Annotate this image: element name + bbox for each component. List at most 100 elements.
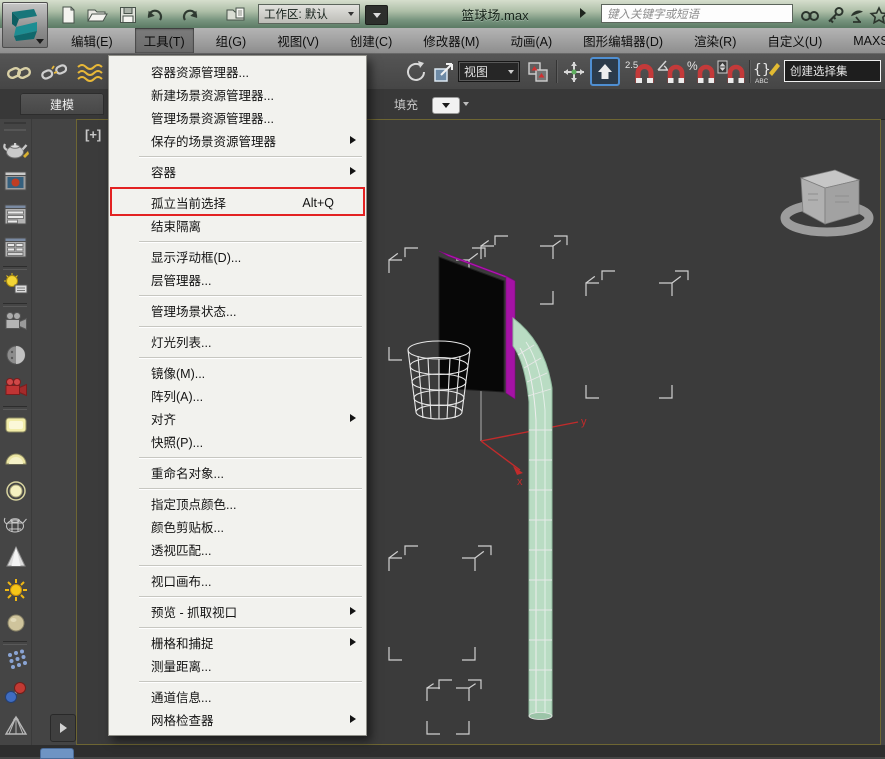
toolbar-separator: [3, 406, 27, 410]
select-and-scale-button[interactable]: [430, 58, 457, 85]
menu-item-containers[interactable]: 容器: [109, 160, 366, 183]
material-editor-teapot-button[interactable]: [3, 136, 29, 162]
menu-item-color-clipboard[interactable]: 颜色剪贴板...: [109, 515, 366, 538]
menu-maxscript[interactable]: MAXScript(X): [844, 28, 885, 53]
menu-edit[interactable]: 编辑(E): [62, 28, 122, 53]
spinner-snap-toggle-button[interactable]: [716, 58, 746, 85]
named-selection-set-field[interactable]: 创建选择集: [784, 60, 881, 82]
menu-item-snapshot[interactable]: 快照(P)...: [109, 430, 366, 453]
search-input[interactable]: [602, 7, 802, 24]
unlink-selection-button[interactable]: [40, 58, 67, 85]
search-box[interactable]: [601, 4, 793, 23]
search-help-icon[interactable]: [799, 4, 821, 25]
menu-graph-editors[interactable]: 图形编辑器(D): [574, 28, 672, 53]
select-and-rotate-button[interactable]: [402, 58, 429, 85]
menu-item-channel-info[interactable]: 通道信息...: [109, 685, 366, 708]
headlight-sphere-button[interactable]: [3, 342, 29, 368]
sphere-button[interactable]: [3, 610, 29, 636]
pole-object[interactable]: [513, 318, 552, 720]
menu-item-manage-scene-explorer[interactable]: 管理场景资源管理器...: [109, 106, 366, 129]
reference-coordinate-system-dropdown[interactable]: 视图: [458, 61, 520, 82]
workspace-selector[interactable]: 工作区: 默认: [258, 4, 360, 24]
light-lister-button[interactable]: [3, 272, 29, 298]
rendered-frame-window-button[interactable]: [3, 169, 29, 195]
menu-item-mesh-inspector[interactable]: 网格检查器: [109, 708, 366, 731]
particle-array-button[interactable]: [3, 647, 29, 673]
select-and-manipulate-button[interactable]: [560, 58, 587, 85]
snap-toggle-2-5d-button[interactable]: 2.5: [624, 58, 655, 85]
redo-button[interactable]: [178, 4, 202, 25]
new-file-icon[interactable]: [56, 4, 80, 25]
batch-render-dialog-button[interactable]: [3, 235, 29, 261]
toolbar-overflow-button[interactable]: [50, 714, 76, 742]
menu-item-perspective-match[interactable]: 透视匹配...: [109, 538, 366, 561]
menu-modifiers[interactable]: 修改器(M): [414, 28, 488, 53]
ribbon-tab-modeling[interactable]: 建模: [20, 93, 104, 115]
spotlight-cone-button[interactable]: [3, 544, 29, 570]
render-setup-dialog-button[interactable]: [3, 202, 29, 228]
wireframe-teapot-button[interactable]: [3, 511, 29, 537]
keyboard-override-toggle[interactable]: [590, 57, 620, 86]
backboard-object[interactable]: [439, 251, 515, 399]
axis-y-label: y: [581, 416, 587, 428]
angle-snap-toggle-button[interactable]: [656, 58, 686, 85]
menu-item-light-lister[interactable]: 灯光列表...: [109, 330, 366, 353]
expand-arrow-icon[interactable]: [580, 8, 586, 18]
menu-customize[interactable]: 自定义(U): [758, 28, 831, 53]
camera-projector-button[interactable]: [3, 309, 29, 335]
abc-label: ABC: [755, 78, 769, 85]
ribbon-minimize-button[interactable]: [432, 97, 460, 114]
right-arrow-icon: [60, 723, 67, 733]
menu-item-layer-manager[interactable]: 层管理器...: [109, 268, 366, 291]
project-folder-icon[interactable]: [224, 4, 248, 25]
menu-item-preview-grab-viewport[interactable]: 预览 - 抓取视口: [109, 600, 366, 623]
select-and-link-button[interactable]: [5, 58, 32, 85]
omni-light-button[interactable]: [3, 478, 29, 504]
viewport-label[interactable]: [+]: [85, 127, 101, 142]
ribbon-options-arrow-icon[interactable]: [463, 102, 469, 106]
sunlight-button[interactable]: [3, 577, 29, 603]
menu-item-array[interactable]: 阵列(A)...: [109, 384, 366, 407]
area-light-button[interactable]: [3, 412, 29, 438]
camera-target-pyramid-button[interactable]: [3, 713, 29, 739]
menu-group[interactable]: 组(G): [207, 28, 256, 53]
undo-button[interactable]: [143, 4, 167, 25]
menu-tools[interactable]: 工具(T): [135, 28, 194, 53]
favorites-star-icon[interactable]: [868, 4, 885, 25]
menu-item-rename-objects[interactable]: 重命名对象...: [109, 461, 366, 484]
menu-views[interactable]: 视图(V): [268, 28, 328, 53]
menu-animation[interactable]: 动画(A): [501, 28, 561, 53]
menu-item-assign-vertex-colors[interactable]: 指定顶点颜色...: [109, 492, 366, 515]
quick-access-menu-button[interactable]: [365, 5, 388, 25]
viewcube[interactable]: [785, 170, 869, 232]
menu-item-saved-scene-explorers[interactable]: 保存的场景资源管理器: [109, 129, 366, 152]
menu-item-isolate-selection[interactable]: 孤立当前选择Alt+Q: [109, 191, 366, 214]
menu-item-new-scene-explorer[interactable]: 新建场景资源管理器...: [109, 83, 366, 106]
menu-separator: [109, 322, 366, 330]
video-camera-red-button[interactable]: [3, 375, 29, 401]
menu-item-end-isolate[interactable]: 结束隔离: [109, 214, 366, 237]
toolbar-drag-handle[interactable]: [4, 122, 26, 131]
key-icon[interactable]: [824, 4, 846, 25]
bind-to-space-warp-button[interactable]: [76, 58, 103, 85]
menu-item-container-explorer[interactable]: 容器资源管理器...: [109, 60, 366, 83]
menu-item-mirror[interactable]: 镜像(M)...: [109, 361, 366, 384]
menu-item-manage-scene-states[interactable]: 管理场景状态...: [109, 299, 366, 322]
menu-item-grids-and-snaps[interactable]: 栅格和捕捉: [109, 631, 366, 654]
use-pivot-point-center-button[interactable]: [524, 58, 551, 85]
percent-snap-toggle-button[interactable]: %: [687, 58, 716, 85]
menu-item-viewport-canvas[interactable]: 视口画布...: [109, 569, 366, 592]
application-logo-button[interactable]: [2, 2, 48, 48]
molecule-dynamics-button[interactable]: [3, 680, 29, 706]
menu-item-measure-distance[interactable]: 测量距离...: [109, 654, 366, 677]
open-file-icon[interactable]: [85, 4, 109, 25]
save-icon[interactable]: [116, 4, 140, 25]
dome-light-button[interactable]: [3, 445, 29, 471]
menu-create[interactable]: 创建(C): [341, 28, 401, 53]
menu-rendering[interactable]: 渲染(R): [685, 28, 745, 53]
menu-item-align[interactable]: 对齐: [109, 407, 366, 430]
communication-center-icon[interactable]: [847, 4, 869, 25]
menu-item-display-floater[interactable]: 显示浮动框(D)...: [109, 245, 366, 268]
edit-named-selection-sets-button[interactable]: {}ABC: [752, 58, 782, 85]
submenu-arrow-icon: [350, 167, 356, 175]
